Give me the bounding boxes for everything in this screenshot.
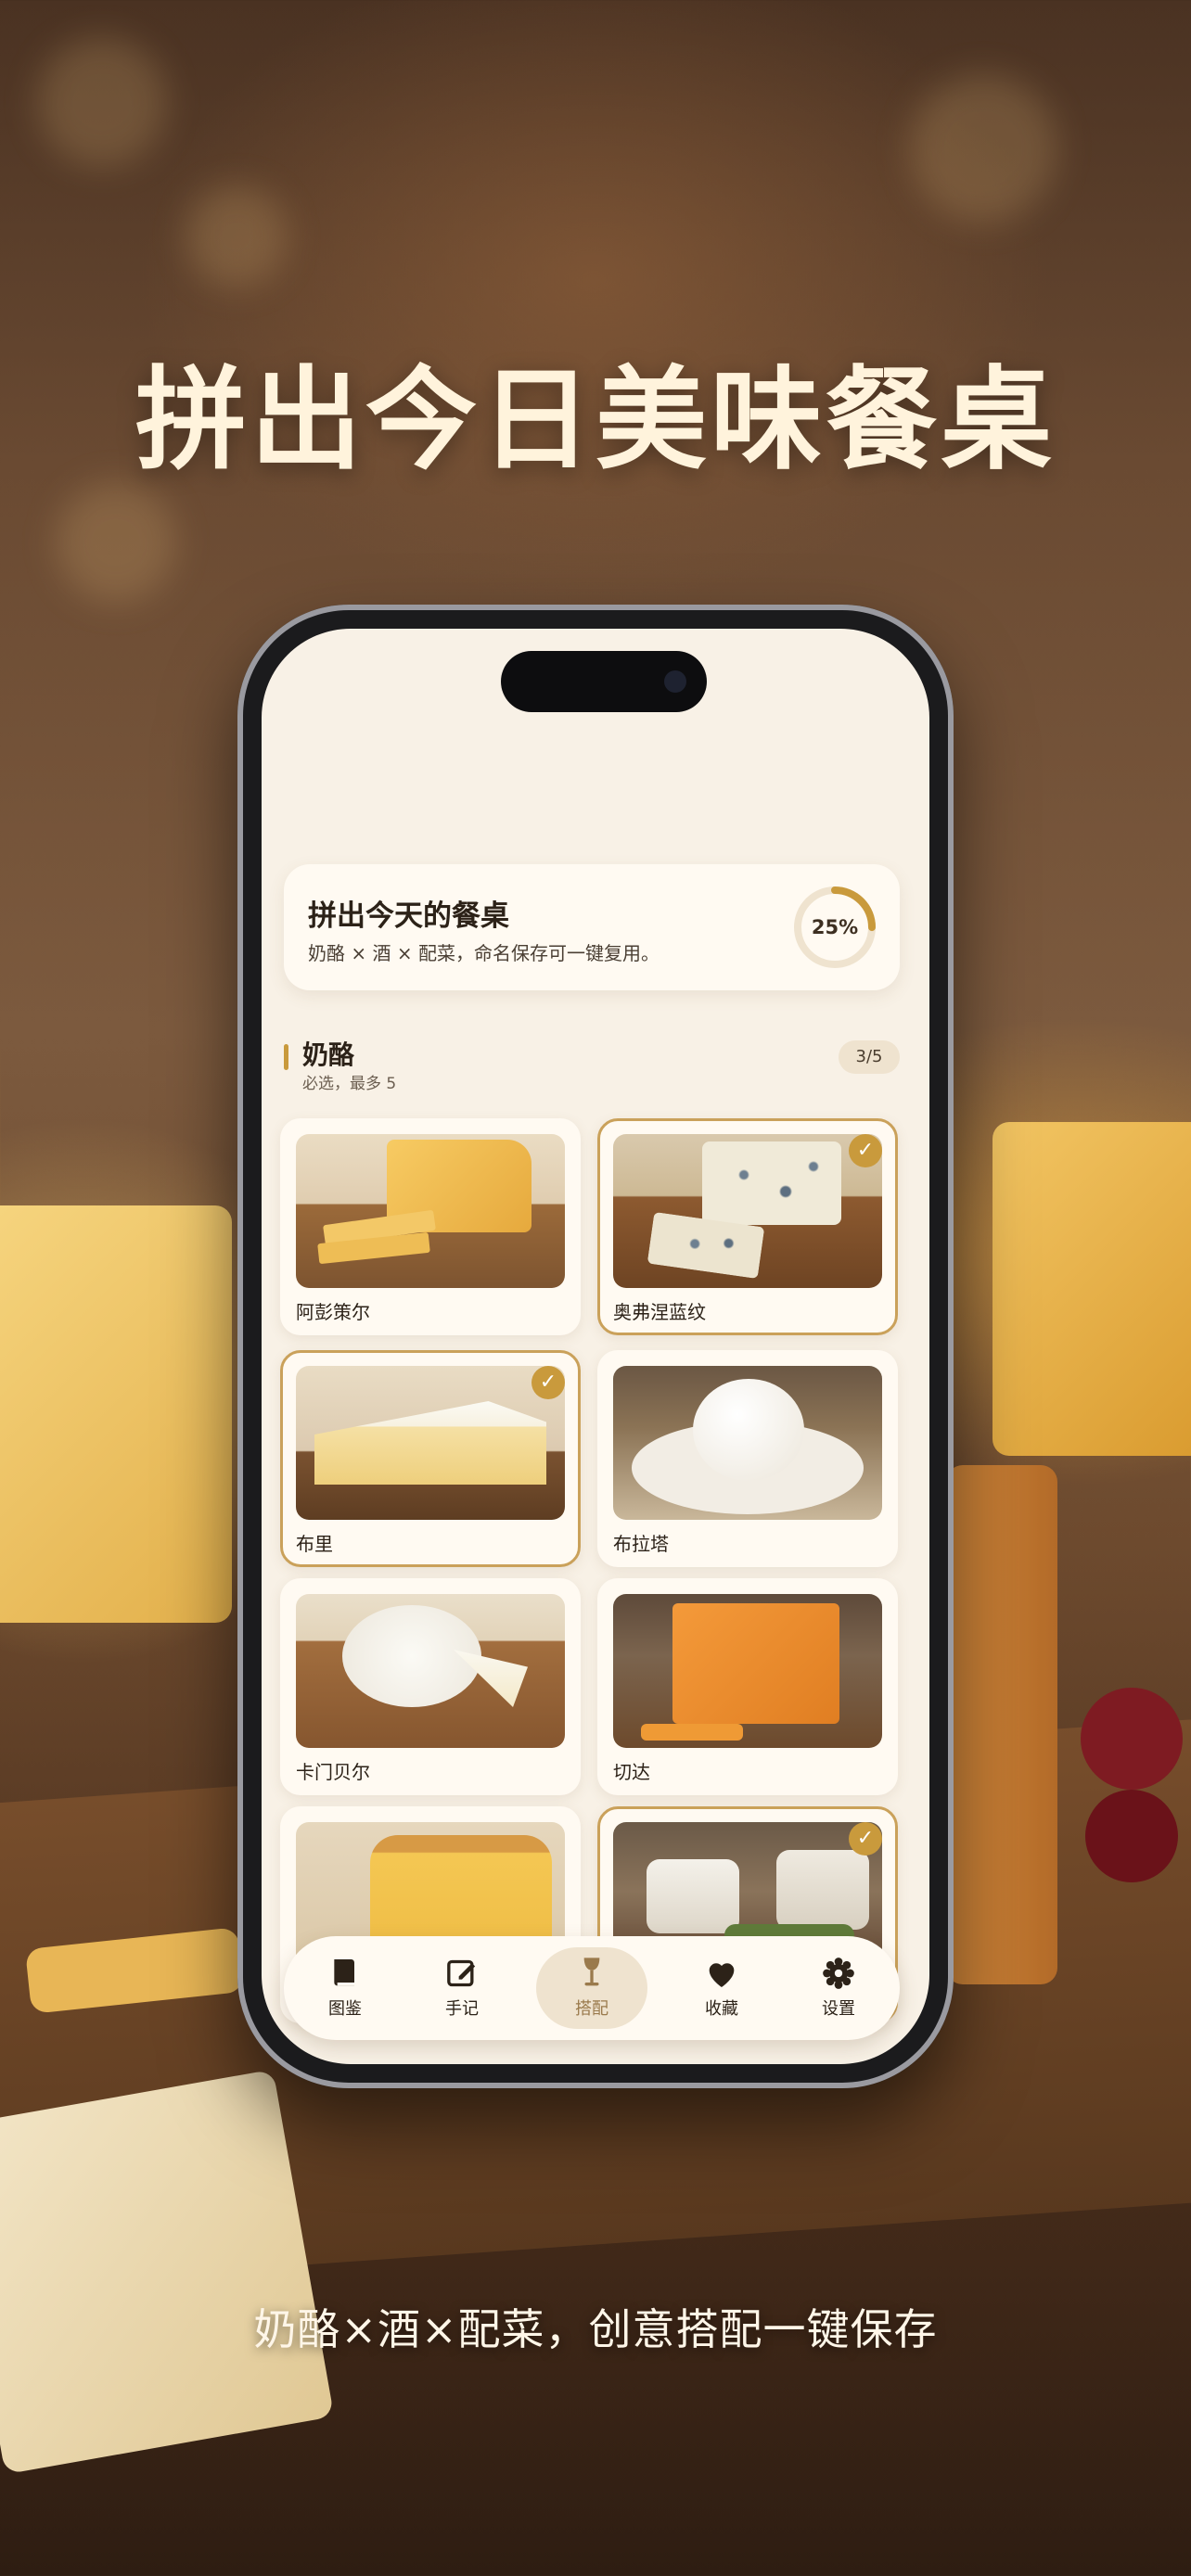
edit-icon [447, 1959, 476, 1987]
cheese-card[interactable]: 卡门贝尔 [280, 1578, 581, 1795]
cheese-name: 切达 [613, 1761, 650, 1783]
section-hint: 必选，最多 5 [302, 1075, 397, 1093]
tab-label: 图鉴 [328, 1999, 362, 2019]
cheese-name: 卡门贝尔 [296, 1761, 370, 1783]
cheese-name: 阿彭策尔 [296, 1301, 370, 1323]
builder-description: 奶酪 × 酒 × 配菜，命名保存可一键复用。 [308, 942, 660, 964]
cheese-name: 奥弗涅蓝纹 [613, 1301, 706, 1323]
selected-check-icon: ✓ [531, 1366, 565, 1399]
tab-settings[interactable]: 设置 [783, 1947, 894, 2029]
dynamic-island [501, 651, 707, 712]
selected-check-icon: ✓ [849, 1822, 882, 1855]
cheese-section-header: 奶酪 必选，最多 5 3/5 [284, 1035, 900, 1093]
section-accent-bar [284, 1044, 288, 1070]
tab-label: 手记 [445, 1999, 479, 2019]
cheese-card[interactable]: 布拉塔 [597, 1350, 898, 1567]
tab-label: 搭配 [575, 1999, 608, 2019]
progress-label: 25% [811, 916, 859, 938]
bleu-auvergne-cheese-photo [613, 1134, 882, 1288]
tagline: 奶酪×酒×配菜，创意搭配一键保存 [253, 2304, 938, 2354]
cheese-card[interactable]: ✓ 奥弗涅蓝纹 [597, 1118, 898, 1335]
section-title: 奶酪 [302, 1039, 355, 1070]
wine-glass-icon [583, 1958, 600, 1986]
builder-summary-card: 拼出今天的餐桌 奶酪 × 酒 × 配菜，命名保存可一键复用。 25% [284, 864, 900, 990]
tab-label: 收藏 [705, 1999, 738, 2019]
selection-count-badge: 3/5 [839, 1040, 900, 1074]
cheddar-cheese-photo [613, 1594, 882, 1748]
selected-check-icon: ✓ [849, 1134, 882, 1167]
app-screen: 拼出今天的餐桌 奶酪 × 酒 × 配菜，命名保存可一键复用。 25% 奶酪 必选… [262, 629, 929, 2064]
heart-icon [709, 1963, 735, 1987]
headline: 拼出今日美味餐桌 [135, 356, 1056, 485]
cheese-name: 布拉塔 [613, 1533, 669, 1555]
camembert-cheese-photo [296, 1594, 565, 1748]
tab-pairing[interactable]: 搭配 [536, 1947, 647, 2029]
tab-notes[interactable]: 手记 [406, 1947, 518, 2029]
bottom-tab-bar: 图鉴 手记 搭配 收藏 设置 [284, 1936, 900, 2040]
burrata-cheese-photo [613, 1366, 882, 1520]
gear-icon [823, 1958, 854, 1989]
cheese-card[interactable]: 阿彭策尔 [280, 1118, 581, 1335]
builder-title: 拼出今天的餐桌 [308, 899, 509, 933]
phone-frame: 拼出今天的餐桌 奶酪 × 酒 × 配菜，命名保存可一键复用。 25% 奶酪 必选… [237, 605, 954, 2088]
appenzeller-cheese-photo [296, 1134, 565, 1288]
tab-catalog[interactable]: 图鉴 [289, 1947, 401, 2029]
brie-cheese-photo [296, 1366, 565, 1520]
tab-label: 设置 [822, 1999, 855, 2019]
tab-favorites[interactable]: 收藏 [666, 1947, 777, 2029]
cheese-name: 布里 [296, 1533, 333, 1555]
book-icon [334, 1959, 354, 1986]
cheese-card[interactable]: 切达 [597, 1578, 898, 1795]
cheese-card[interactable]: ✓ 布里 [280, 1350, 581, 1567]
